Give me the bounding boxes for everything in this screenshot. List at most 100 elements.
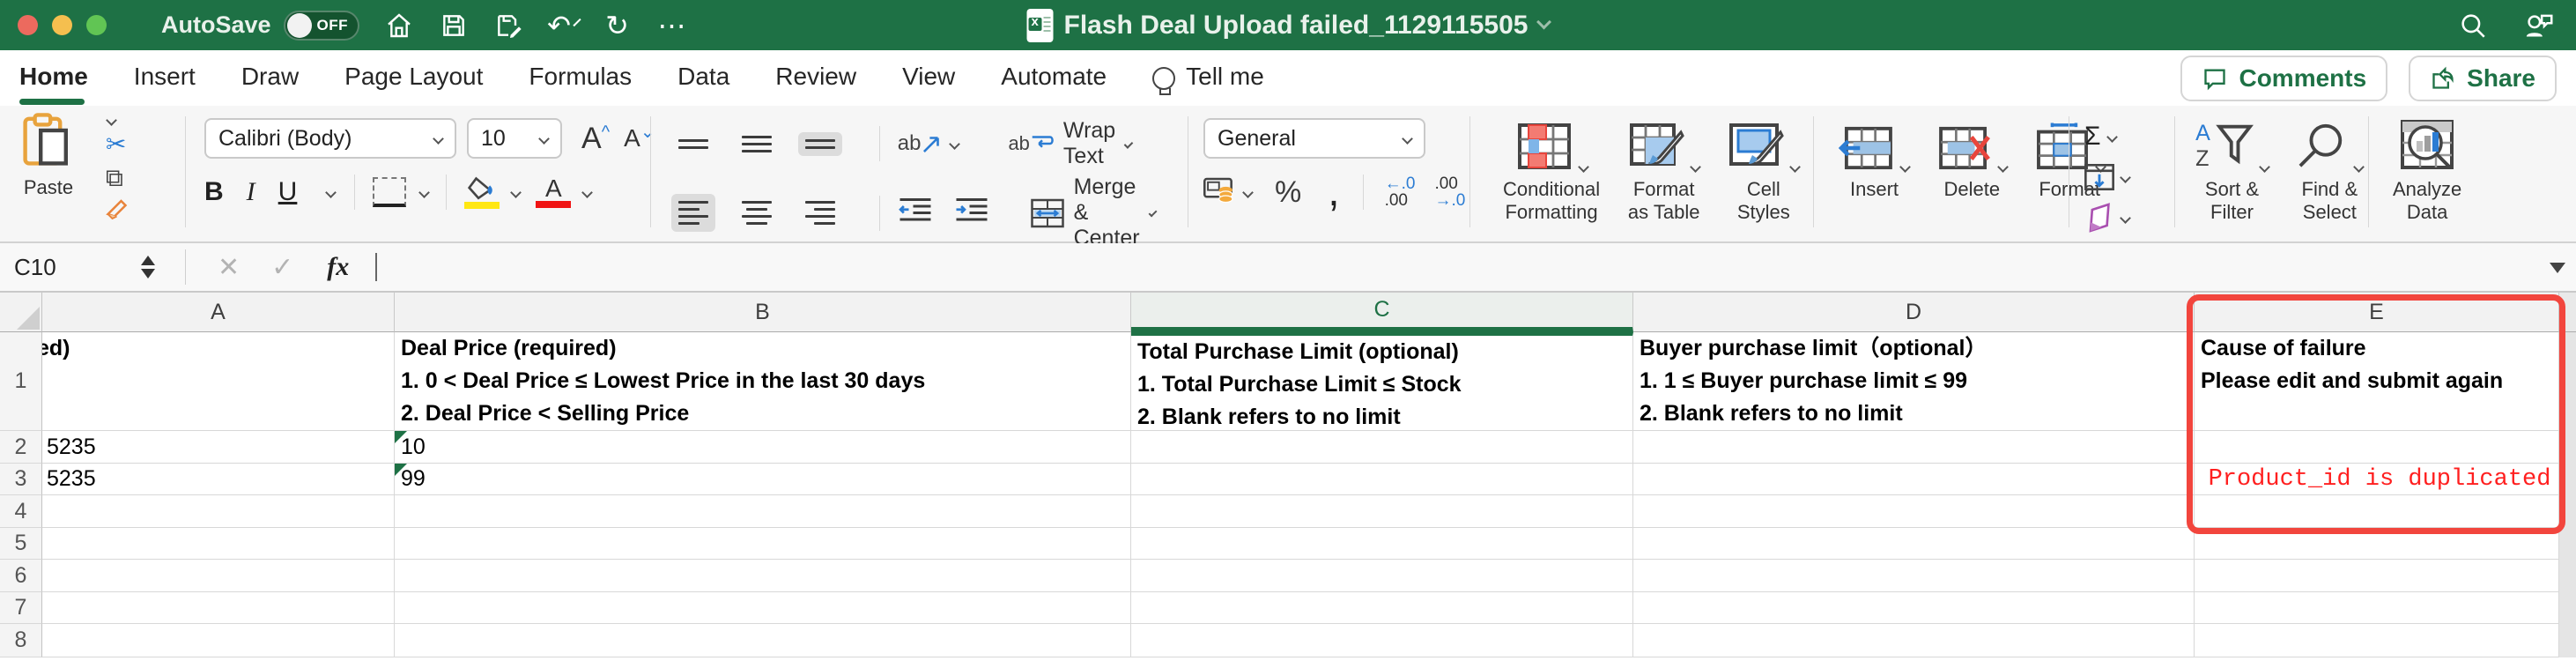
redo-icon[interactable]: ↻ bbox=[603, 11, 633, 41]
save-as-icon[interactable] bbox=[493, 11, 523, 41]
cell-B4[interactable] bbox=[395, 495, 1131, 528]
tab-insert[interactable]: Insert bbox=[134, 63, 196, 94]
wrap-text-button[interactable]: ab Wrap Text bbox=[1008, 118, 1130, 169]
fill-color-chevron-icon[interactable] bbox=[510, 187, 522, 198]
align-middle-button[interactable] bbox=[735, 129, 779, 160]
comments-button[interactable]: Comments bbox=[2180, 56, 2387, 101]
tab-home[interactable]: Home bbox=[19, 63, 88, 94]
cell-C8[interactable] bbox=[1131, 624, 1633, 657]
column-header-d[interactable]: D bbox=[1633, 293, 2195, 332]
tell-me-button[interactable]: Tell me bbox=[1152, 63, 1264, 94]
insert-function-button[interactable]: fx bbox=[327, 252, 349, 282]
cell-A6[interactable] bbox=[42, 560, 395, 592]
column-header-b[interactable]: B bbox=[395, 293, 1131, 332]
delete-cells-button[interactable]: Delete bbox=[1937, 116, 2007, 201]
sort-filter-button[interactable]: AZ Sort &Filter bbox=[2195, 116, 2269, 224]
cell-B5[interactable] bbox=[395, 528, 1131, 560]
increase-indent-button[interactable] bbox=[954, 196, 989, 231]
close-window-button[interactable] bbox=[18, 15, 38, 35]
tab-formulas[interactable]: Formulas bbox=[529, 63, 632, 94]
tab-automate[interactable]: Automate bbox=[1001, 63, 1107, 94]
cell-A1[interactable]: ed) bbox=[42, 332, 395, 431]
document-title-area[interactable]: Flash Deal Upload failed_1129115505 bbox=[1027, 0, 1550, 50]
cell-C3[interactable] bbox=[1131, 464, 1633, 495]
align-left-button[interactable] bbox=[671, 194, 715, 232]
cell-D7[interactable] bbox=[1633, 592, 2195, 624]
cell-D8[interactable] bbox=[1633, 624, 2195, 657]
column-header-c[interactable]: C bbox=[1131, 293, 1633, 332]
cell-A2[interactable]: 5235 bbox=[42, 431, 395, 464]
number-format-select[interactable]: General bbox=[1203, 118, 1425, 159]
increase-font-size-button[interactable]: A^ bbox=[581, 122, 610, 156]
row-header-7[interactable]: 7 bbox=[0, 592, 42, 624]
row-header-5[interactable]: 5 bbox=[0, 528, 42, 560]
fill-color-button[interactable] bbox=[464, 175, 500, 209]
cell-A5[interactable] bbox=[42, 528, 395, 560]
cell-C1[interactable]: Total Purchase Limit (optional) 1. Total… bbox=[1131, 332, 1633, 431]
row-header-8[interactable]: 8 bbox=[0, 624, 42, 657]
merge-center-button[interactable]: Merge & Center bbox=[1030, 175, 1155, 251]
row-header-3[interactable]: 3 bbox=[0, 464, 42, 495]
row-header-1[interactable]: 1 bbox=[0, 332, 42, 431]
tab-page-layout[interactable]: Page Layout bbox=[344, 63, 483, 94]
cell-E2[interactable] bbox=[2195, 431, 2559, 464]
formula-bar-expand-icon[interactable] bbox=[2550, 263, 2565, 273]
cell-E1[interactable]: Cause of failure Please edit and submit … bbox=[2195, 332, 2559, 431]
percent-style-button[interactable]: % bbox=[1275, 175, 1301, 210]
cell-A3[interactable]: 5235 bbox=[42, 464, 395, 495]
cell-A7[interactable] bbox=[42, 592, 395, 624]
save-icon[interactable] bbox=[439, 11, 469, 41]
align-center-button[interactable] bbox=[735, 194, 779, 232]
increase-decimal-button[interactable]: ←.0.00 bbox=[1385, 175, 1416, 209]
clear-button[interactable] bbox=[2084, 199, 2129, 236]
cell-D1[interactable]: Buyer purchase limit（optional） 1. 1 ≤ Bu… bbox=[1633, 332, 2195, 431]
tab-review[interactable]: Review bbox=[775, 63, 856, 94]
decrease-indent-button[interactable] bbox=[898, 196, 933, 231]
cell-E4[interactable] bbox=[2195, 495, 2559, 528]
cell-B7[interactable] bbox=[395, 592, 1131, 624]
autosum-button[interactable]: Σ bbox=[2084, 118, 2129, 155]
conditional-formatting-button[interactable]: ConditionalFormatting bbox=[1503, 116, 1600, 224]
cell-B2[interactable]: 10 bbox=[395, 431, 1131, 464]
cell-D4[interactable] bbox=[1633, 495, 2195, 528]
format-as-table-button[interactable]: Formatas Table bbox=[1628, 116, 1700, 224]
undo-icon[interactable]: ↶ bbox=[548, 11, 578, 41]
autosave-switch[interactable]: OFF bbox=[284, 11, 359, 41]
more-commands-icon[interactable]: ⋯ bbox=[657, 11, 687, 41]
align-bottom-button[interactable] bbox=[798, 132, 842, 156]
cell-C4[interactable] bbox=[1131, 495, 1633, 528]
zoom-window-button[interactable] bbox=[86, 15, 107, 35]
cell-D3[interactable] bbox=[1633, 464, 2195, 495]
cell-C5[interactable] bbox=[1131, 528, 1633, 560]
select-all-corner[interactable] bbox=[0, 293, 42, 332]
cell-D6[interactable] bbox=[1633, 560, 2195, 592]
align-top-button[interactable] bbox=[671, 132, 715, 156]
comma-style-button[interactable]: , bbox=[1328, 183, 1339, 201]
tab-view[interactable]: View bbox=[902, 63, 955, 94]
column-header-e[interactable]: E bbox=[2195, 293, 2559, 332]
cell-D2[interactable] bbox=[1633, 431, 2195, 464]
accounting-chevron-icon[interactable] bbox=[1242, 187, 1254, 198]
accounting-format-icon[interactable] bbox=[1203, 175, 1237, 209]
orientation-button[interactable]: ab bbox=[898, 131, 959, 156]
cell-A4[interactable] bbox=[42, 495, 395, 528]
font-color-chevron-icon[interactable] bbox=[581, 187, 593, 198]
decrease-decimal-button[interactable]: .00→.0 bbox=[1434, 175, 1465, 209]
share-presence-icon[interactable] bbox=[2523, 11, 2553, 41]
cancel-entry-icon[interactable]: ✕ bbox=[218, 252, 240, 283]
title-chevron-icon[interactable] bbox=[1536, 14, 1551, 29]
borders-icon[interactable] bbox=[373, 177, 406, 207]
cut-icon[interactable]: ✂ bbox=[106, 130, 132, 159]
tab-data[interactable]: Data bbox=[677, 63, 729, 94]
minimize-window-button[interactable] bbox=[52, 15, 72, 35]
confirm-entry-icon[interactable]: ✓ bbox=[271, 252, 293, 283]
cell-E8[interactable] bbox=[2195, 624, 2559, 657]
name-box-stepper[interactable] bbox=[141, 256, 155, 279]
italic-button[interactable]: I bbox=[247, 177, 255, 207]
font-size-select[interactable]: 10 bbox=[467, 118, 562, 159]
format-painter-icon[interactable] bbox=[106, 198, 132, 221]
row-header-6[interactable]: 6 bbox=[0, 560, 42, 592]
name-box[interactable]: C10 bbox=[0, 254, 141, 281]
cell-B8[interactable] bbox=[395, 624, 1131, 657]
cell-C7[interactable] bbox=[1131, 592, 1633, 624]
